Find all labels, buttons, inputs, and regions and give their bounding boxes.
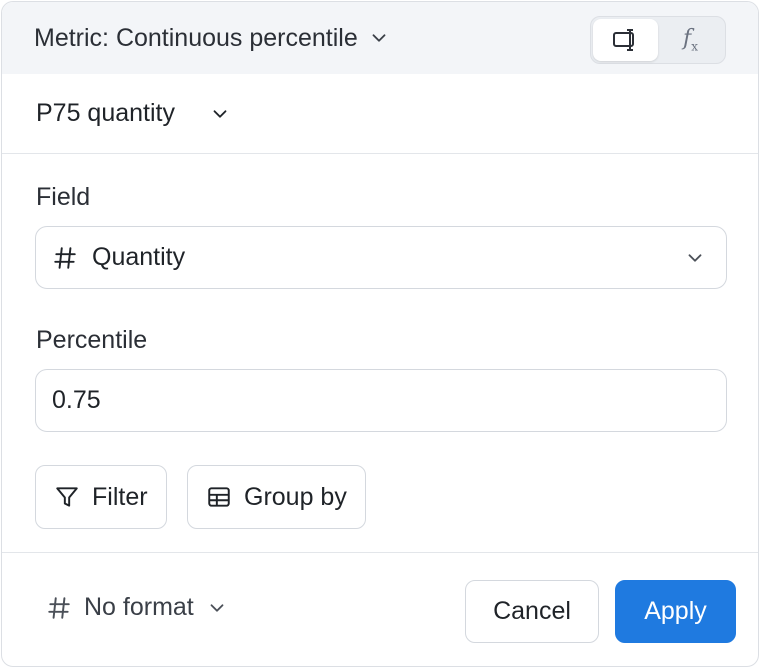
metric-type-dropdown[interactable]: Metric: Continuous percentile <box>34 24 390 53</box>
apply-button[interactable]: Apply <box>615 580 736 643</box>
percentile-input[interactable] <box>35 369 727 432</box>
hash-icon <box>48 596 70 619</box>
filter-button[interactable]: Filter <box>35 465 167 529</box>
formula-icon: fx <box>683 26 698 54</box>
format-dropdown[interactable]: No format <box>46 593 228 622</box>
filter-label: Filter <box>92 482 148 511</box>
field-select[interactable]: Quantity <box>35 226 727 289</box>
filter-icon <box>56 487 78 507</box>
formula-mode-button[interactable]: fx <box>658 19 723 61</box>
field-value: Quantity <box>92 243 186 271</box>
percentile-label: Percentile <box>36 326 148 354</box>
table-icon <box>208 487 230 507</box>
panel-header: Metric: Continuous percentile fx <box>2 2 758 74</box>
chevron-down-icon <box>372 34 386 42</box>
editor-icon <box>612 29 634 51</box>
chevron-down-icon <box>213 109 227 118</box>
format-label: No format <box>84 593 194 621</box>
chevron-down-icon <box>688 254 702 262</box>
panel-footer: No format Cancel Apply <box>2 552 758 666</box>
metric-editor-panel: Metric: Continuous percentile fx P75 qua… <box>1 1 759 667</box>
metric-type-label: Metric: Continuous percentile <box>34 23 358 52</box>
cancel-button[interactable]: Cancel <box>465 580 599 643</box>
hash-icon <box>54 246 76 269</box>
mode-toggle: fx <box>590 16 726 64</box>
group-by-label: Group by <box>244 482 347 511</box>
editor-mode-button[interactable] <box>593 19 658 61</box>
metric-name-label: P75 quantity <box>36 99 175 127</box>
field-label: Field <box>36 183 91 211</box>
group-by-button[interactable]: Group by <box>187 465 366 529</box>
chevron-down-icon <box>210 603 224 612</box>
metric-name-dropdown[interactable]: P75 quantity <box>36 99 231 128</box>
metric-name-row: P75 quantity <box>2 74 758 154</box>
